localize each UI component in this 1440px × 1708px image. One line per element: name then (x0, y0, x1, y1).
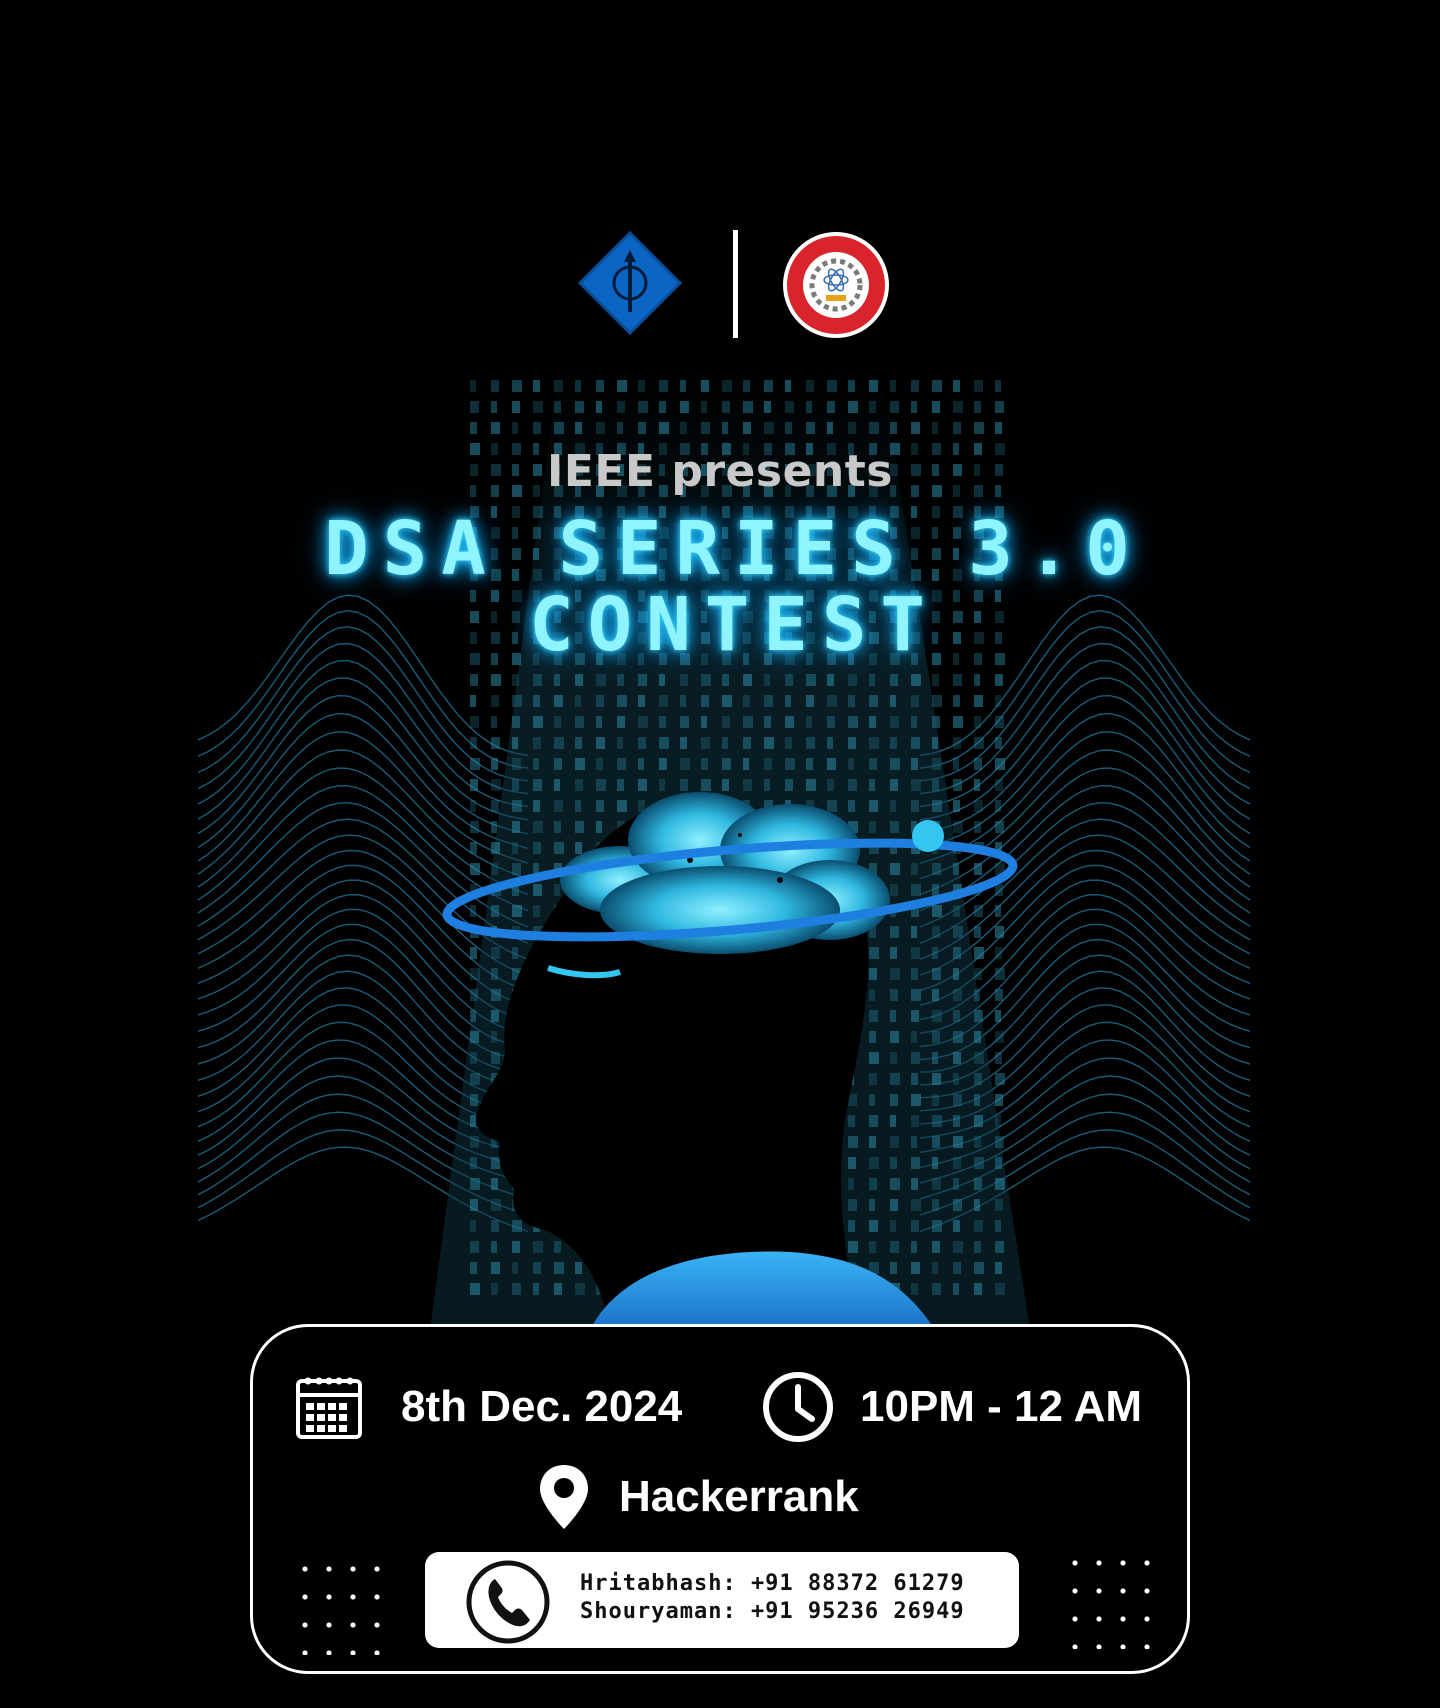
ieee-logo (577, 230, 683, 336)
phone-icon (466, 1560, 550, 1644)
event-details-card: 8th Dec. 2024 10PM - 12 AM Hackerrank Hr… (250, 1324, 1190, 1674)
venue-row: Hackerrank (538, 1463, 859, 1531)
time-row: 10PM - 12 AM (762, 1371, 1142, 1443)
location-pin-icon (540, 1465, 588, 1529)
date-row: 8th Dec. 2024 (295, 1373, 682, 1441)
event-date: 8th Dec. 2024 (401, 1382, 683, 1431)
event-poster: IEEE presents DSA SERIES 3.0 CONTEST 8th… (0, 0, 1440, 1708)
contact-list: Hritabhash: +91 88372 61279 Shouryaman: … (580, 1570, 965, 1626)
event-venue: Hackerrank (619, 1472, 859, 1521)
contact-line: Hritabhash: +91 88372 61279 (580, 1571, 965, 1596)
event-time: 10PM - 12 AM (860, 1382, 1143, 1431)
contact-card: Hritabhash: +91 88372 61279 Shouryaman: … (425, 1552, 1019, 1648)
clock-icon (763, 1372, 833, 1442)
institute-seal-logo (783, 232, 889, 338)
event-title-line2: CONTEST (529, 582, 939, 668)
event-title-line1: DSA SERIES 3.0 (324, 506, 1144, 592)
dot-grid-left (293, 1555, 383, 1655)
dot-grid-right (1063, 1549, 1153, 1649)
presents-heading: IEEE presents (547, 446, 893, 497)
calendar-icon (296, 1377, 362, 1439)
logo-divider (733, 230, 738, 338)
contact-line: Shouryaman: +91 95236 26949 (580, 1599, 965, 1624)
